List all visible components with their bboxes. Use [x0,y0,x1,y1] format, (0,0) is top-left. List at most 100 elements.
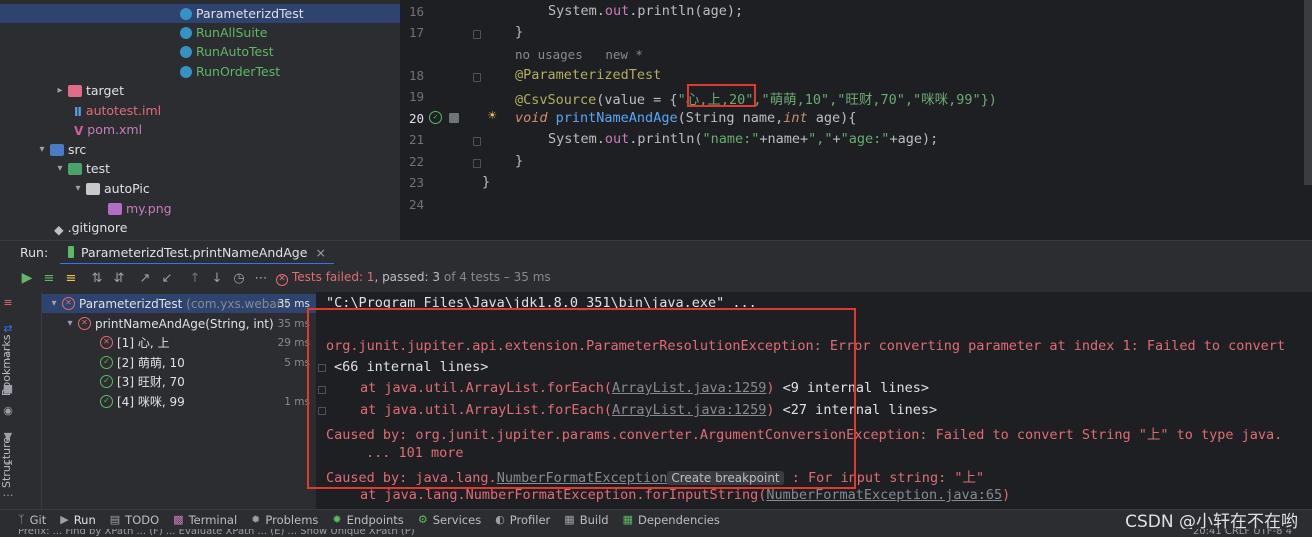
code-line-18: @ParameterizedTest [515,67,662,83]
exit-icon[interactable]: ⇥ [2,456,14,469]
problems-tool-button[interactable]: ✹ Problems [251,513,318,527]
tree-item-target[interactable]: ▸ target [54,81,124,100]
run-test-gutter-icon[interactable]: ✓ [429,111,442,124]
tree-item-autotest-iml[interactable]: Ⅱ autotest.iml [74,101,161,120]
console-output[interactable]: "C:\Program Files\Java\jdk1.8.0_351\bin\… [316,292,1312,509]
line-number: 22 [408,154,424,169]
duration: 29 ms [277,336,310,349]
tree-item-runallsuite[interactable]: RunAllSuite [180,23,267,42]
chevron-down-icon[interactable]: ▾ [36,144,48,155]
code-editor[interactable]: 16 17 18 19 20 21 22 23 24 ✓ ☀ System.ou… [400,0,1312,240]
source-link[interactable]: ArrayList.java:1259 [612,402,766,418]
source-link[interactable]: ArrayList.java:1259 [612,380,766,396]
history-icon[interactable]: ◷ [228,271,250,286]
duration: 1 ms [284,395,310,408]
stop-icon[interactable]: ■ [2,382,14,395]
bookmark-gutter-icon[interactable] [449,113,459,123]
code-line-20: void printNameAndAge(String name,int age… [515,110,857,126]
console-stack-line: at java.lang.NumberFormatException.forIn… [360,487,1011,503]
down-icon[interactable]: ↓ [206,271,228,286]
usages-hint[interactable]: no usages new * [515,47,643,62]
x-filter-icon[interactable]: ≡ [60,271,82,286]
editor-scrollbar[interactable] [1304,0,1312,185]
create-breakpoint-button[interactable]: Create breakpoint [667,471,784,485]
tree-item-label: autotest.iml [85,103,162,118]
play-icon[interactable]: ▶ [16,270,38,286]
git-tool-button[interactable]: ᛉ Git [18,513,46,527]
test-case-row[interactable]: ✓ [2] 萌萌, 10 5 ms [42,353,316,372]
status-right[interactable]: 20:41 CRLF UTF-8 4 [1193,529,1292,537]
console-internal-lines[interactable]: <66 internal lines> [334,359,488,375]
ellipsis-icon[interactable]: … [2,486,14,499]
tree-item-label: RunAllSuite [196,25,268,40]
tree-item-gitignore[interactable]: ◆ .gitignore [54,218,127,237]
terminal-tool-button[interactable]: ▩ Terminal [173,513,237,527]
lightbulb-icon[interactable]: ☀ [488,108,496,124]
fold-icon[interactable] [473,73,481,82]
endpoints-tool-button[interactable]: ✸ Endpoints [332,513,403,527]
build-icon: ▦ [564,513,575,526]
test-results-tree: ▾ ✕ ParameterizdTest (com.yxs.webant 35 … [42,292,316,509]
git-file-icon: ◆ [54,221,64,237]
fold-icon[interactable] [318,364,326,372]
services-tool-button[interactable]: ⚙ Services [418,513,481,527]
chevron-down-icon[interactable]: ▾ [72,183,84,194]
tree-item-runordertest[interactable]: RunOrderTest [180,62,280,81]
camera-icon[interactable]: ◉ [2,404,14,417]
tree-item-label: ParameterizdTest [196,6,304,21]
run-tool-button[interactable]: ▶ Run [60,513,96,527]
project-tree: ParameterizdTest RunAllSuite RunAutoTest… [0,0,400,240]
failed-icon: ✕ [100,336,113,349]
dependencies-icon: ▦ [622,513,633,526]
run-panel-header: Run: ParameterizdTest.printNameAndAge × [0,240,1312,265]
test-method-row[interactable]: ▾ ✕ printNameAndAge(String, int) 35 ms [42,314,316,333]
build-tool-button[interactable]: ▦ Build [564,513,608,527]
tree-item-test[interactable]: ▾ test [54,159,110,178]
test-root-row[interactable]: ▾ ✕ ParameterizdTest (com.yxs.webant 35 … [42,294,316,313]
sort-alpha-icon[interactable]: ⇅ [86,271,108,286]
fold-icon[interactable] [318,407,326,415]
line-number: 24 [408,197,424,212]
tree-item-runautotest[interactable]: RunAutoTest [180,42,274,61]
tree-item-my-png[interactable]: my.png [108,199,172,218]
more-icon[interactable]: ⋯ [250,271,272,286]
profiler-tool-button[interactable]: ◐ Profiler [495,513,550,527]
chevron-down-icon[interactable]: ▾ [54,163,66,174]
run-toolbar: ▶ ≡ ≡ ⇅ ⇵ ↗ ↙ ↑ ↓ ◷ ⋯ ✕ Tests failed: 1, … [16,264,1312,292]
tree-item-parameterizdtest[interactable]: ParameterizdTest [0,4,400,23]
source-folder-icon [50,143,64,156]
tool-window-bar: ᛉ Git ▶ Run ▤ TODO ▩ Terminal ✹ Problems ✸ End… [0,509,1312,529]
test-case-row[interactable]: ✕ [1] 心, 上 29 ms [42,333,316,352]
tree-item-autopic[interactable]: ▾ autoPic [72,179,149,198]
tree-item-pom-xml[interactable]: V pom.xml [74,120,142,139]
line-number: 23 [408,175,424,190]
expand-icon[interactable]: ↗ [134,271,156,286]
fold-icon[interactable] [318,386,326,394]
fold-icon[interactable] [473,159,481,168]
fold-icon[interactable] [473,30,481,39]
toggle-icon[interactable]: ⇄ [2,322,14,335]
tree-item-label: test [86,161,111,176]
dependencies-tool-button[interactable]: ▦ Dependencies [623,513,720,527]
rerun-failed-icon[interactable]: ≡ [2,296,14,309]
check-filter-icon[interactable]: ≡ [38,271,60,286]
collapse-icon[interactable]: ↙ [156,271,178,286]
tree-item-src[interactable]: ▾ src [36,140,86,159]
chevron-down-icon[interactable]: ▾ [48,298,60,309]
test-case-row[interactable]: ✓ [4] 咪咪, 99 1 ms [42,392,316,411]
source-link[interactable]: NumberFormatException.java:65 [766,487,1002,503]
run-tab-label: ParameterizdTest.printNameAndAge [81,244,308,260]
line-number: 19 [408,89,424,104]
editor-gutter: 16 17 18 19 20 21 22 23 24 ✓ ☀ [400,0,498,240]
chevron-down-icon[interactable]: ▾ [64,318,76,329]
close-tab-icon[interactable]: × [315,245,325,260]
chevron-right-icon[interactable]: ▸ [54,85,66,96]
run-config-tab[interactable]: ParameterizdTest.printNameAndAge × [60,241,334,265]
code-line-22: } [515,153,524,169]
fold-icon[interactable] [473,137,481,146]
up-icon[interactable]: ↑ [184,271,206,286]
todo-tool-button[interactable]: ▤ TODO [110,513,159,527]
source-link[interactable]: NumberFormatException [497,470,668,486]
test-case-row[interactable]: ✓ [3] 旺财, 70 [42,372,316,391]
sort-duration-icon[interactable]: ⇵ [108,271,130,286]
